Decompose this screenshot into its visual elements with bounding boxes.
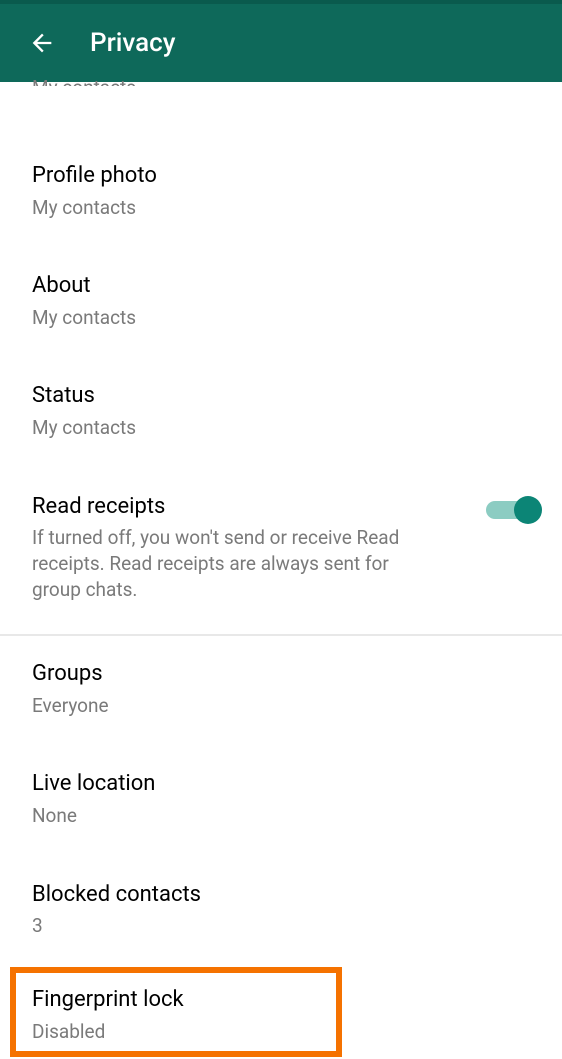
- read-receipts-text: Read receipts If turned off, you won't s…: [32, 493, 486, 603]
- setting-item-fingerprint-lock[interactable]: Fingerprint lock Disabled: [0, 971, 562, 1059]
- setting-title: Fingerprint lock: [32, 986, 530, 1015]
- setting-subtitle: 3: [32, 913, 530, 939]
- setting-item-live-location[interactable]: Live location None: [0, 750, 562, 848]
- setting-item-about[interactable]: About My contacts: [0, 252, 562, 350]
- setting-title: Read receipts: [32, 493, 486, 522]
- back-arrow-icon: [28, 29, 56, 57]
- setting-item-status[interactable]: Status My contacts: [0, 362, 562, 460]
- section-separator: [0, 634, 562, 636]
- setting-description: If turned off, you won't send or receive…: [32, 525, 442, 602]
- page-title: Privacy: [90, 28, 175, 58]
- setting-subtitle: Disabled: [32, 1019, 530, 1045]
- setting-subtitle: None: [32, 803, 530, 829]
- setting-title: About: [32, 272, 530, 301]
- app-header: Privacy: [0, 0, 562, 82]
- setting-item-blocked-contacts[interactable]: Blocked contacts 3: [0, 861, 562, 959]
- setting-item-profile-photo[interactable]: Profile photo My contacts: [0, 142, 562, 240]
- setting-title: Live location: [32, 770, 530, 799]
- setting-subtitle: My contacts: [32, 195, 530, 221]
- setting-subtitle: My contacts: [32, 415, 530, 441]
- setting-title: Groups: [32, 660, 530, 689]
- settings-content: My contacts Profile photo My contacts Ab…: [0, 76, 562, 1018]
- setting-subtitle: Everyone: [32, 693, 530, 719]
- setting-subtitle: My contacts: [32, 305, 530, 331]
- setting-item-partial[interactable]: My contacts: [0, 76, 562, 94]
- setting-title: Blocked contacts: [32, 881, 530, 910]
- setting-item-read-receipts[interactable]: Read receipts If turned off, you won't s…: [0, 473, 562, 623]
- setting-title: Status: [32, 382, 530, 411]
- read-receipts-toggle[interactable]: [486, 495, 538, 525]
- setting-title: Profile photo: [32, 162, 530, 191]
- setting-subtitle: My contacts: [32, 76, 530, 86]
- toggle-thumb: [514, 496, 542, 524]
- back-button[interactable]: [18, 19, 66, 67]
- setting-item-groups[interactable]: Groups Everyone: [0, 640, 562, 738]
